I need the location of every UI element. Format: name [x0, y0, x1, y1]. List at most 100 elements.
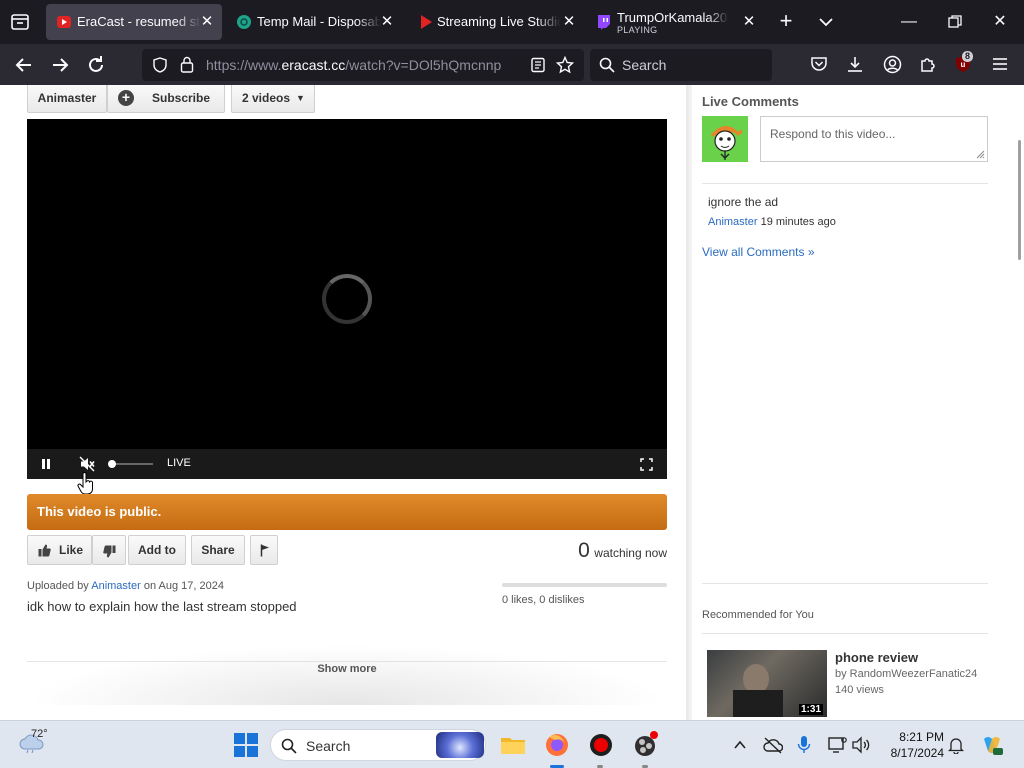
- video-player[interactable]: LIVE: [27, 119, 667, 495]
- view-all-comments-label[interactable]: View all Comments: [702, 245, 804, 259]
- forward-arrow-icon[interactable]: [48, 53, 72, 77]
- comment-author-link[interactable]: Animaster: [708, 216, 758, 228]
- reload-icon[interactable]: [84, 53, 108, 77]
- tab-eracast[interactable]: EraCast - resumed stream ✕: [46, 4, 222, 40]
- eracast-favicon-icon: [57, 16, 71, 28]
- tab-twitch[interactable]: TrumpOrKamala2024 - Twitch PLAYING ✕: [588, 4, 764, 40]
- user-avatar: [702, 116, 748, 162]
- dislike-button[interactable]: [92, 535, 126, 565]
- like-button[interactable]: Like: [27, 535, 92, 565]
- firefox-icon[interactable]: [541, 729, 573, 761]
- firefox-view-icon[interactable]: [8, 11, 32, 33]
- address-bar[interactable]: https://www.eracast.cc/watch?v=DOl5hQmcn…: [142, 49, 584, 81]
- reader-view-icon[interactable]: [530, 57, 546, 73]
- tab-title: EraCast - resumed stream: [77, 14, 201, 29]
- upload-date: on Aug 17, 2024: [143, 580, 224, 592]
- player-controls: LIVE: [27, 449, 667, 479]
- shield-icon[interactable]: [152, 57, 168, 73]
- search-input[interactable]: Search: [590, 49, 772, 81]
- browser-tab-bar: EraCast - resumed stream ✕ Temp Mail - D…: [0, 0, 1024, 44]
- chevron-up-icon[interactable]: [733, 738, 747, 752]
- add-to-button[interactable]: Add to: [128, 535, 186, 565]
- close-tab-icon[interactable]: ✕: [378, 13, 396, 31]
- lock-icon[interactable]: [180, 56, 194, 73]
- tab-streaming-studio[interactable]: Streaming Live Studio EraCast ✕: [408, 4, 584, 40]
- speaker-icon[interactable]: [851, 735, 871, 755]
- pause-icon[interactable]: [40, 458, 52, 470]
- tab-temp-mail[interactable]: Temp Mail - Disposable Temporary Email ✕: [226, 4, 402, 40]
- obs-record-icon[interactable]: [585, 729, 617, 761]
- navigation-toolbar: https://www.eracast.cc/watch?v=DOl5hQmcn…: [0, 44, 1024, 85]
- search-placeholder: Search: [622, 57, 667, 73]
- upload-info: Uploaded by Animaster on Aug 17, 2024: [27, 580, 224, 592]
- hamburger-menu-icon[interactable]: [991, 56, 1009, 72]
- bookmark-star-icon[interactable]: [556, 56, 574, 74]
- recommended-thumbnail[interactable]: 1:31: [707, 650, 827, 717]
- tab-title: Temp Mail - Disposable Temporary Email: [257, 14, 381, 29]
- resize-handle-icon[interactable]: [975, 149, 985, 159]
- twitch-favicon-icon: [598, 15, 610, 30]
- taskbar-search-input[interactable]: Search: [270, 729, 486, 761]
- subscribe-button[interactable]: + Subscribe: [107, 85, 225, 113]
- hand-cursor-icon: [77, 472, 93, 495]
- microphone-icon[interactable]: [797, 735, 811, 755]
- comment-input[interactable]: Respond to this video...: [760, 116, 988, 162]
- description-fade: [27, 645, 667, 705]
- muted-speaker-icon[interactable]: [79, 456, 95, 472]
- close-tab-icon[interactable]: ✕: [560, 13, 578, 31]
- videos-dropdown[interactable]: 2 videos ▼: [231, 85, 315, 113]
- network-icon[interactable]: [827, 735, 847, 755]
- obs-studio-icon[interactable]: [629, 729, 661, 761]
- channel-name-button[interactable]: Animaster: [27, 85, 107, 113]
- volume-slider[interactable]: [108, 460, 153, 468]
- url-text: https://www.eracast.cc/watch?v=DOl5hQmcn…: [206, 57, 502, 73]
- recommended-title[interactable]: phone review: [835, 650, 918, 665]
- minimize-button[interactable]: —: [893, 8, 925, 36]
- double-chevron-icon: »: [807, 245, 815, 259]
- thumbs-down-icon: [103, 545, 116, 558]
- back-arrow-icon[interactable]: [12, 53, 36, 77]
- clock-date: 8/17/2024: [890, 746, 944, 760]
- extensions-icon[interactable]: [919, 55, 937, 73]
- divider: [702, 583, 988, 584]
- restore-button[interactable]: [939, 8, 971, 36]
- scrollbar-thumb[interactable]: [1018, 140, 1021, 260]
- comment-meta: Animaster 19 minutes ago: [708, 216, 836, 228]
- search-icon: [281, 738, 297, 754]
- notification-bell-icon[interactable]: [948, 736, 964, 754]
- tab-playing-label: PLAYING: [617, 25, 658, 35]
- live-comments-heading: Live Comments: [702, 94, 799, 109]
- subscribe-label: Subscribe: [152, 91, 211, 105]
- download-icon[interactable]: [846, 55, 864, 73]
- recommended-heading: Recommended for You: [702, 609, 814, 621]
- tab-title: Streaming Live Studio EraCast: [437, 14, 561, 29]
- view-all-comments-link[interactable]: View all Comments »: [702, 245, 815, 259]
- system-clock[interactable]: 8:21 PM 8/17/2024: [874, 729, 944, 761]
- close-window-button[interactable]: ✕: [984, 8, 1016, 36]
- new-tab-button[interactable]: +: [774, 10, 798, 34]
- flag-button[interactable]: [250, 535, 278, 565]
- cloud-offline-icon[interactable]: [763, 736, 783, 754]
- windows-start-icon[interactable]: [230, 729, 262, 761]
- volume-handle[interactable]: [108, 460, 116, 468]
- sidebar-column: Live Comments Respond to this video... i…: [692, 85, 1008, 720]
- file-explorer-icon[interactable]: [497, 729, 529, 761]
- copilot-icon[interactable]: [980, 733, 1004, 757]
- comment-text: ignore the ad: [708, 195, 779, 209]
- uploader-link[interactable]: Animaster: [91, 580, 141, 592]
- scrollbar[interactable]: [1008, 85, 1024, 720]
- share-button[interactable]: Share: [191, 535, 245, 565]
- close-tab-icon[interactable]: ✕: [740, 13, 758, 31]
- show-more-button[interactable]: Show more: [27, 663, 667, 675]
- thumbs-up-icon: [38, 544, 51, 557]
- windows-taskbar: 72° Search 8:21 PM 8/17/2024: [0, 720, 1024, 768]
- account-icon[interactable]: [883, 55, 902, 74]
- chevron-down-icon[interactable]: [814, 10, 838, 34]
- recommended-views: 140 views: [835, 684, 884, 696]
- live-indicator: LIVE: [167, 457, 191, 469]
- fullscreen-icon[interactable]: [640, 458, 653, 471]
- comment-time: 19 minutes ago: [760, 216, 836, 228]
- close-tab-icon[interactable]: ✕: [198, 13, 216, 31]
- tab-title: TrumpOrKamala2024 - Twitch: [617, 10, 729, 25]
- pocket-icon[interactable]: [810, 55, 828, 73]
